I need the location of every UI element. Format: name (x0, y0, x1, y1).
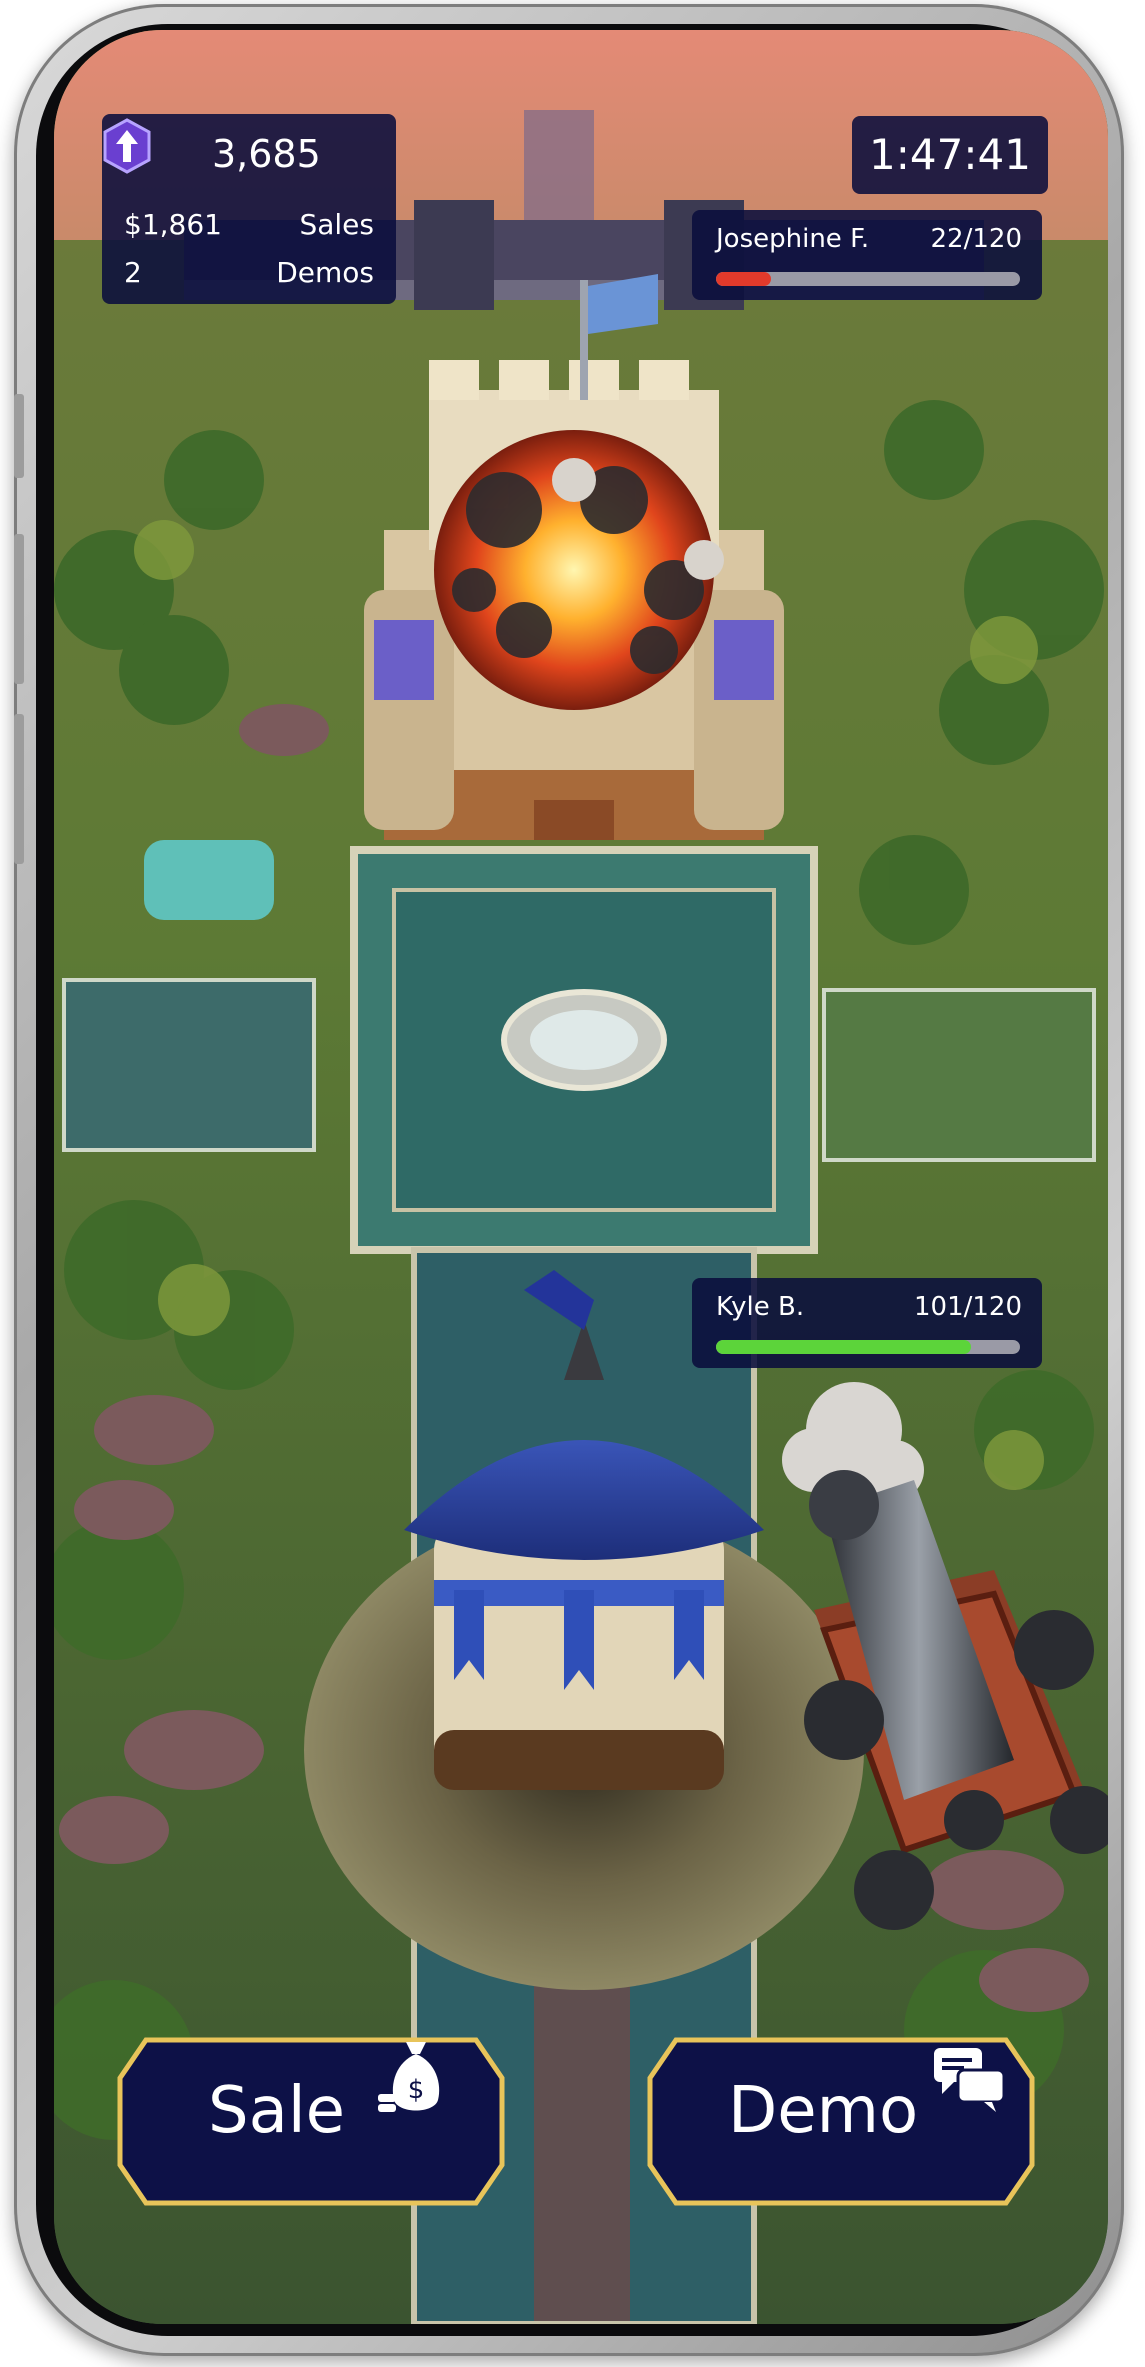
mute-switch (14, 394, 24, 478)
sales-amount: $1,861 (124, 208, 222, 241)
game-screen[interactable]: 3,685 $1,861 Sales 2 Demos 1:47:41 Josep… (54, 30, 1108, 2324)
sale-button-label: Sale (208, 2074, 345, 2148)
player-score: 101/120 (913, 1292, 1022, 1322)
money-bag-icon: $ (378, 2042, 440, 2112)
svg-text:$: $ (408, 2075, 425, 2105)
chat-bubbles-icon (934, 2048, 1006, 2112)
opponent-health-bar (716, 272, 1020, 286)
battlefield-scene[interactable] (54, 30, 1108, 2324)
player-health-fill (716, 1340, 972, 1354)
sale-button[interactable]: Sale $ (116, 2034, 506, 2209)
upgrade-gem-icon (103, 118, 151, 174)
opponent-health-panel: Josephine F. 22/120 (692, 210, 1042, 300)
demo-button-label: Demo (728, 2074, 919, 2148)
volume-down-button (14, 714, 24, 864)
volume-up-button (14, 534, 24, 684)
player-name: Kyle B. (716, 1292, 805, 1322)
player-health-panel: Kyle B. 101/120 (692, 1278, 1042, 1368)
sales-label: Sales (299, 208, 374, 241)
opponent-score: 22/120 (930, 224, 1022, 254)
opponent-health-fill (716, 272, 771, 286)
timer-panel: 1:47:41 (852, 116, 1048, 194)
opponent-name: Josephine F. (716, 224, 870, 254)
match-timer: 1:47:41 (869, 130, 1031, 179)
player-health-bar (716, 1340, 1020, 1354)
points-value: 3,685 (212, 132, 321, 176)
score-panel: 3,685 $1,861 Sales 2 Demos (102, 114, 396, 304)
demos-count: 2 (124, 256, 142, 289)
demo-button[interactable]: Demo (646, 2034, 1036, 2209)
demos-label: Demos (276, 256, 374, 289)
